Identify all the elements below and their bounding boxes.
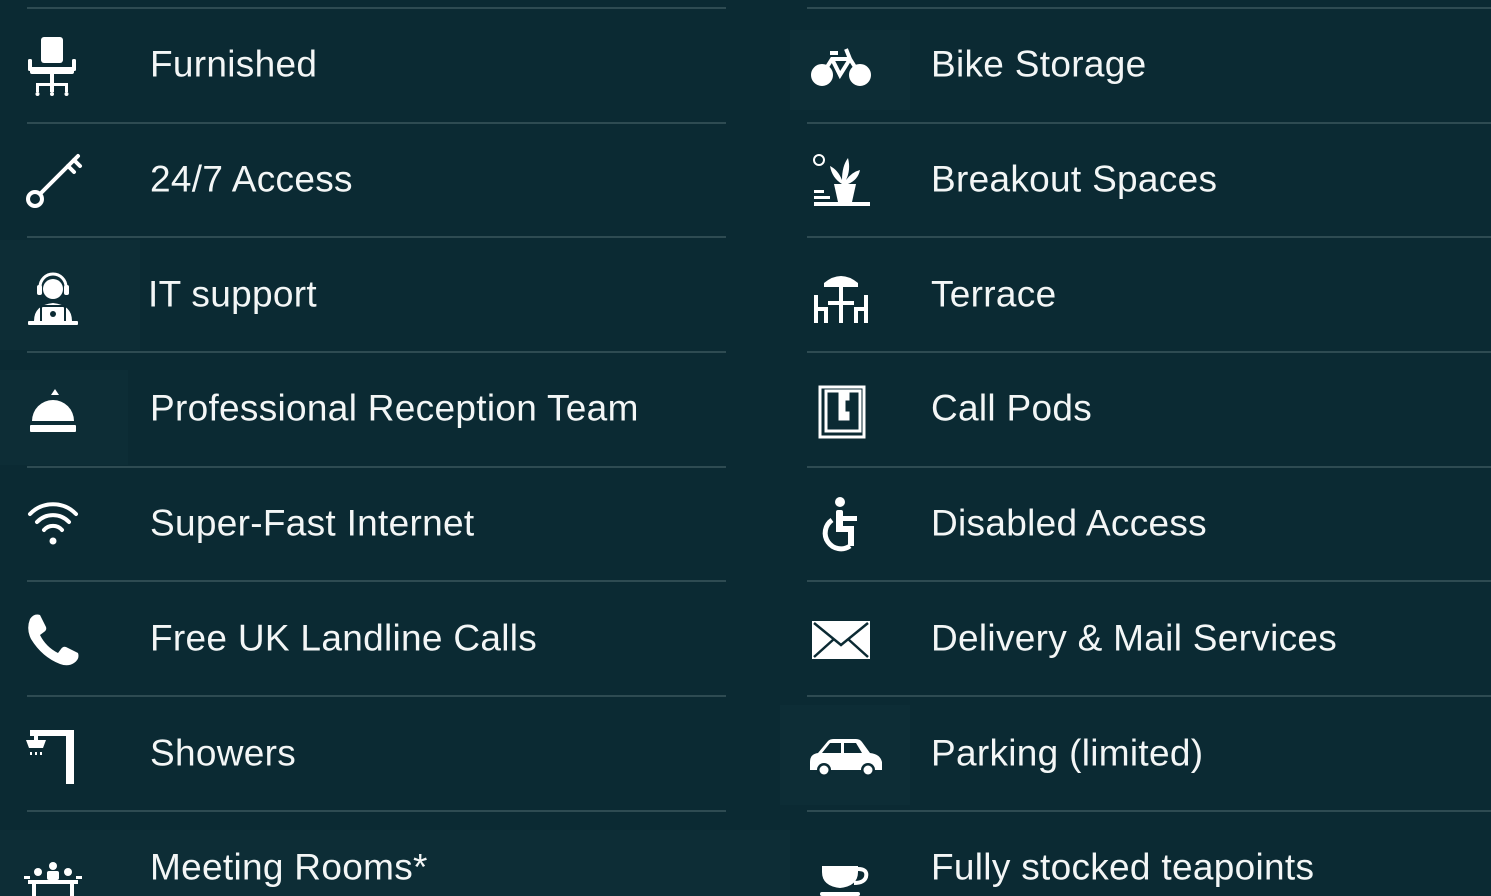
amenity-label: Meeting Rooms*	[150, 846, 428, 888]
amenity-label: Terrace	[931, 273, 1057, 315]
wifi-icon	[22, 494, 84, 556]
amenity-item-showers: Showers	[0, 697, 790, 812]
amenity-item-it-support: IT support	[0, 238, 790, 354]
amenity-item-access: 24/7 Access	[0, 124, 790, 239]
support-agent-icon	[22, 265, 84, 327]
amenity-label: Breakout Spaces	[931, 158, 1218, 200]
amenity-label: Super-Fast Internet	[150, 502, 475, 544]
amenity-label: Parking (limited)	[931, 731, 1204, 773]
amenity-label: Call Pods	[931, 387, 1093, 429]
terrace-table-icon	[810, 265, 872, 327]
amenity-item-breakout: Breakout Spaces	[790, 124, 1491, 239]
amenity-item-parking: Parking (limited)	[790, 697, 1491, 812]
amenity-label: Delivery & Mail Services	[931, 617, 1338, 659]
amenity-label: Fully stocked teapoints	[931, 846, 1315, 888]
amenity-item-internet: Super-Fast Internet	[0, 468, 790, 583]
amenity-item-bike-storage: Bike Storage	[790, 9, 1491, 124]
car-icon	[806, 724, 886, 786]
amenity-label: Bike Storage	[931, 43, 1147, 85]
amenity-label: Showers	[150, 731, 297, 773]
amenity-item-reception: Professional Reception Team	[0, 353, 790, 468]
call-pod-icon	[810, 379, 872, 441]
amenity-label: 24/7 Access	[150, 158, 353, 200]
amenity-item-call-pods: Call Pods	[790, 353, 1491, 468]
amenity-item-terrace: Terrace	[790, 238, 1491, 354]
bicycle-icon	[810, 35, 872, 97]
teacup-icon	[810, 838, 872, 896]
amenity-item-furnished: Furnished	[0, 9, 790, 124]
reception-bell-icon	[22, 379, 84, 441]
amenity-label: Disabled Access	[931, 502, 1207, 544]
amenity-item-disabled-access: Disabled Access	[790, 468, 1491, 583]
shower-icon	[22, 724, 84, 786]
envelope-icon	[810, 609, 872, 671]
phone-icon	[22, 609, 84, 671]
amenity-item-landline: Free UK Landline Calls	[0, 583, 790, 698]
amenity-label: Free UK Landline Calls	[150, 617, 538, 659]
amenity-label: Professional Reception Team	[150, 387, 639, 429]
amenity-item-meeting-rooms: Meeting Rooms*	[0, 812, 790, 896]
office-chair-icon	[22, 35, 84, 97]
amenity-label: Furnished	[150, 43, 318, 85]
plant-lounge-icon	[810, 150, 872, 212]
meeting-room-icon	[22, 838, 84, 896]
amenity-item-mail: Delivery & Mail Services	[790, 583, 1491, 698]
amenity-label: IT support	[148, 273, 317, 315]
key-icon	[22, 150, 84, 212]
amenity-item-teapoints: Fully stocked teapoints	[790, 812, 1491, 896]
wheelchair-icon	[810, 494, 872, 556]
